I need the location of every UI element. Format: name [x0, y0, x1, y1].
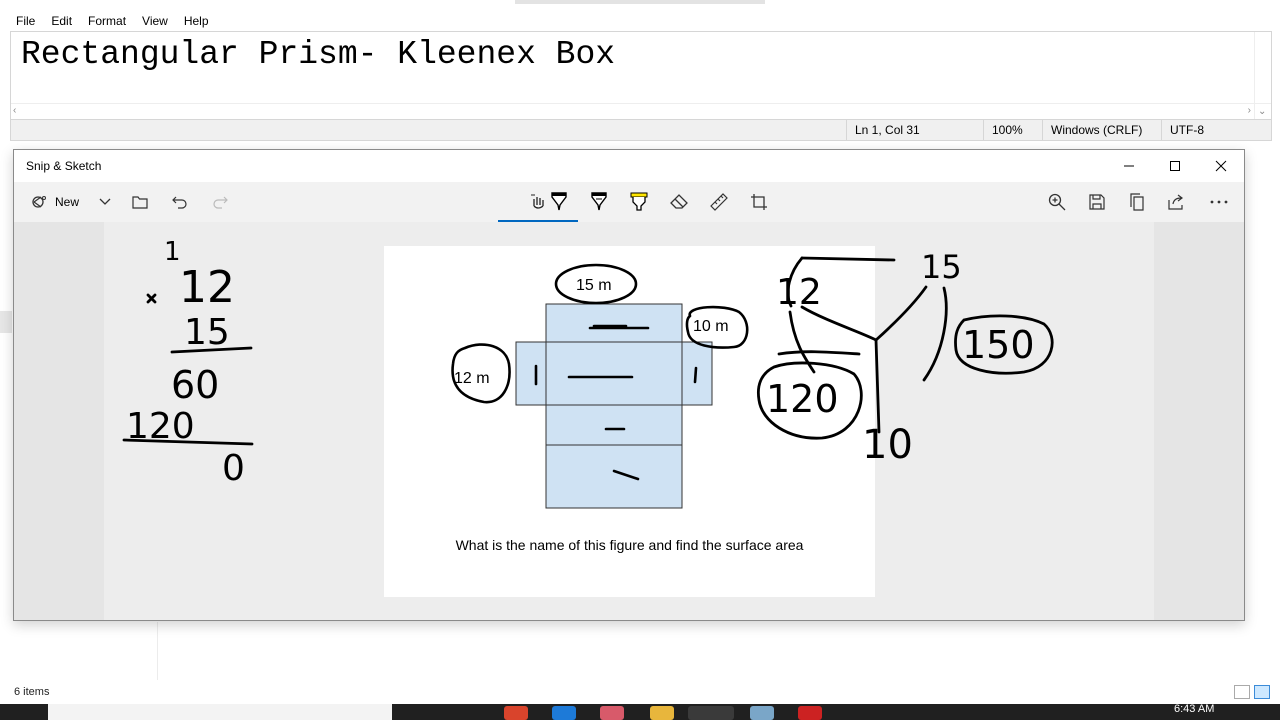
hw-15: 15 — [184, 312, 230, 353]
eraser-button[interactable] — [664, 182, 694, 222]
snip-canvas-area: 15 m 10 m 12 m What is the name of this … — [14, 222, 1244, 620]
handwriting-layer: 1 12 15 60 120 0 12 15 10 120 150 — [122, 237, 1054, 489]
hw-right-12: 12 — [776, 272, 822, 313]
maximize-button[interactable] — [1152, 150, 1198, 182]
menu-format[interactable]: Format — [80, 12, 134, 30]
undo-button[interactable] — [166, 182, 194, 222]
new-label: New — [54, 195, 79, 209]
taskbar-app-icon[interactable] — [750, 706, 774, 720]
notepad-title-remnant — [515, 0, 765, 4]
tree-line-6 — [922, 286, 948, 382]
details-view-icon[interactable] — [1234, 685, 1250, 699]
hw-right-10: 10 — [862, 422, 913, 468]
snip-sketch-window: Snip & Sketch New 15 m 10 m 12 m What is… — [13, 149, 1245, 621]
close-button[interactable] — [1198, 150, 1244, 182]
ballpoint-pen-icon — [551, 192, 567, 211]
notepad-menubar: File Edit Format View Help — [8, 12, 217, 30]
minimize-icon — [1124, 165, 1134, 167]
scroll-left-icon[interactable]: ‹ — [13, 105, 16, 116]
copy-icon — [1130, 193, 1144, 211]
undo-icon — [172, 196, 187, 209]
folder-icon — [132, 196, 148, 209]
scroll-right-icon[interactable]: › — [1248, 105, 1251, 116]
background-window-edge — [0, 311, 12, 333]
taskbar: 6:43 AM — [0, 703, 1280, 720]
maximize-icon — [1170, 161, 1180, 171]
notepad-text: Rectangular Prism- Kleenex Box — [21, 36, 616, 73]
share-icon — [1168, 194, 1183, 210]
zoom-button[interactable] — [1042, 182, 1072, 222]
snip-titlebar[interactable]: Snip & Sketch — [14, 150, 1244, 182]
hw-12: 12 — [179, 262, 235, 313]
taskbar-app-icon[interactable] — [552, 706, 576, 720]
pencil-icon — [591, 192, 607, 211]
hw-60: 60 — [171, 363, 219, 407]
ruler-icon — [710, 193, 728, 211]
taskbar-app-icon[interactable] — [798, 706, 822, 720]
status-zoom: 100% — [983, 120, 1042, 140]
close-icon — [1215, 160, 1227, 172]
tree-line-5 — [874, 285, 928, 342]
new-snip-icon — [32, 196, 46, 208]
save-icon — [1089, 194, 1105, 210]
horizontal-scrollbar[interactable]: ‹ › — [11, 103, 1271, 119]
notepad-window: File Edit Format View Help Rectangular P… — [0, 0, 1280, 148]
status-position: Ln 1, Col 31 — [846, 120, 983, 140]
ballpoint-pen-button[interactable] — [544, 182, 574, 222]
status-line-ending: Windows (CRLF) — [1042, 120, 1161, 140]
taskbar-search-box[interactable] — [48, 704, 392, 720]
hw-right-15: 15 — [921, 248, 962, 286]
more-icon — [1210, 200, 1228, 204]
times-sign — [146, 293, 157, 304]
eraser-icon — [670, 194, 688, 209]
redo-icon — [213, 196, 228, 209]
menu-help[interactable]: Help — [176, 12, 217, 30]
hw-right-120: 120 — [766, 377, 839, 421]
more-options-button[interactable] — [1204, 182, 1234, 222]
hw-right-150: 150 — [962, 323, 1035, 367]
tree-line-4 — [874, 338, 881, 434]
large-icons-view-icon[interactable] — [1254, 685, 1270, 699]
taskbar-clock[interactable]: 6:43 AM — [1174, 703, 1214, 715]
new-dropdown-button[interactable] — [94, 182, 116, 222]
highlighter-button[interactable] — [624, 182, 654, 222]
taskbar-snip-icon[interactable] — [688, 706, 734, 720]
chevron-down-icon — [99, 198, 111, 205]
explorer-view-toggle — [1234, 685, 1270, 699]
status-encoding: UTF-8 — [1161, 120, 1271, 140]
share-button[interactable] — [1162, 182, 1192, 222]
explorer-items-count: 6 items — [14, 686, 50, 698]
taskbar-app-icon[interactable] — [600, 706, 624, 720]
ruler-button[interactable] — [704, 182, 734, 222]
minimize-button[interactable] — [1106, 150, 1152, 182]
save-button[interactable] — [1082, 182, 1112, 222]
redo-button[interactable] — [206, 182, 234, 222]
new-snip-button[interactable]: New — [20, 182, 90, 222]
hw-0: 0 — [222, 448, 245, 489]
crop-button[interactable] — [744, 182, 774, 222]
tree-line-1 — [800, 256, 896, 262]
notepad-statusbar: Ln 1, Col 31 100% Windows (CRLF) UTF-8 — [10, 119, 1272, 141]
copy-button[interactable] — [1122, 182, 1152, 222]
window-title: Snip & Sketch — [26, 159, 102, 173]
menu-view[interactable]: View — [134, 12, 176, 30]
hw-120: 120 — [126, 406, 195, 447]
taskbar-folder-icon[interactable] — [650, 706, 674, 720]
crop-icon — [751, 194, 767, 210]
tree-line-8 — [777, 350, 861, 356]
taskbar-app-icon[interactable] — [504, 706, 528, 720]
highlighter-icon — [630, 192, 648, 211]
open-file-button[interactable] — [126, 182, 154, 222]
notepad-text-area[interactable]: Rectangular Prism- Kleenex Box ⌄ ‹ › — [10, 31, 1272, 119]
explorer-divider — [157, 622, 158, 680]
menu-file[interactable]: File — [8, 12, 43, 30]
pencil-button[interactable] — [584, 182, 614, 222]
zoom-icon — [1048, 193, 1066, 211]
snip-toolbar: New — [14, 182, 1244, 222]
menu-edit[interactable]: Edit — [43, 12, 80, 30]
